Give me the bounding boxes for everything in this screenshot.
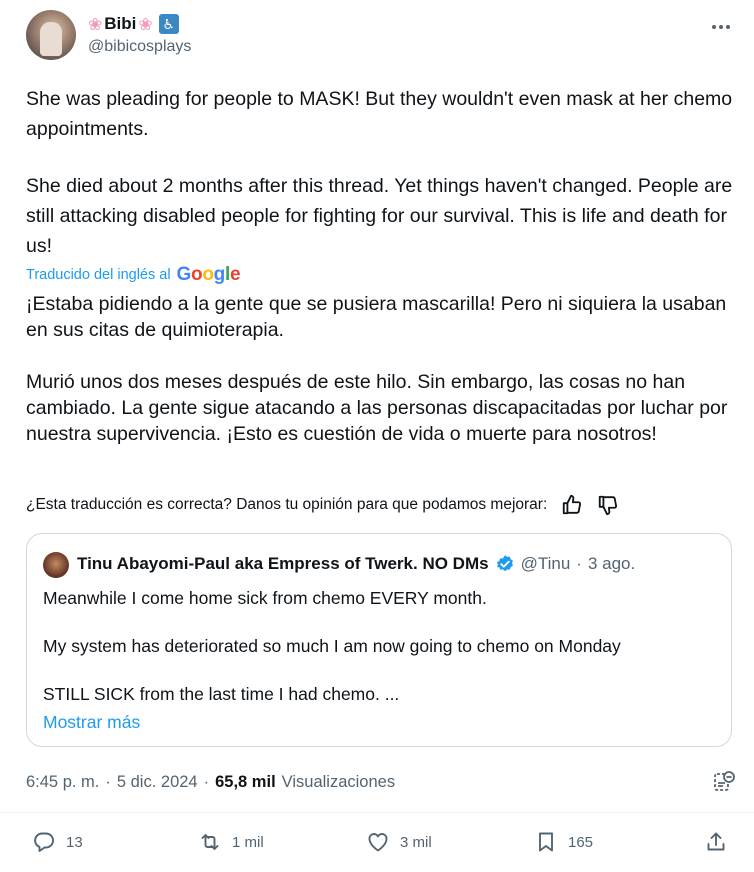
repost-icon (201, 834, 219, 850)
bookmark-count: 165 (568, 833, 594, 851)
author-display-name[interactable]: Bibi (104, 14, 136, 34)
meta-separator: · (105, 773, 111, 791)
flower-icon: ❀ (138, 14, 153, 34)
analytics-icon[interactable] (712, 770, 736, 794)
author-avatar[interactable] (26, 10, 76, 60)
divider (0, 812, 754, 813)
wheelchair-icon: ♿ (158, 14, 179, 34)
more-options-icon[interactable] (710, 16, 732, 38)
author-name-row[interactable]: ❀ Bibi ❀ ♿ (88, 12, 179, 36)
quoted-tweet-card[interactable]: Tinu Abayomi-Paul aka Empress of Twerk. … (26, 533, 732, 747)
reply-count: 13 (66, 833, 83, 851)
quoted-line-3: STILL SICK from the last time I had chem… (43, 684, 400, 704)
translation-paragraph-2: Murió unos dos meses después de este hil… (26, 371, 728, 445)
author-handle[interactable]: @bibicosplays (88, 38, 191, 56)
thumbs-up-icon[interactable] (561, 494, 583, 516)
views-label: Visualizaciones (281, 773, 396, 791)
translation-paragraph-1: ¡Estaba pidiendo a la gente que se pusie… (26, 293, 727, 341)
views-count: 65,8 mil (215, 773, 276, 791)
share-button[interactable] (704, 830, 728, 854)
translation-feedback: ¿Esta traducción es correcta? Danos tu o… (26, 494, 619, 516)
heart-icon (368, 833, 388, 852)
quoted-date[interactable]: 3 ago. (588, 554, 635, 574)
tweet-time[interactable]: 6:45 p. m. (26, 773, 99, 792)
tweet-paragraph-2: She died about 2 months after this threa… (26, 175, 733, 257)
repost-count: 1 mil (232, 833, 264, 851)
tweet-meta: 6:45 p. m. · 5 dic. 2024 · 65,8 mil Visu… (26, 773, 395, 792)
bookmark-button[interactable]: 165 (534, 830, 593, 854)
quoted-author-avatar[interactable] (43, 552, 69, 578)
show-more-link[interactable]: Mostrar más (43, 712, 140, 733)
bookmark-icon (539, 832, 553, 852)
flower-icon: ❀ (88, 14, 103, 34)
reply-icon (34, 832, 54, 852)
quoted-author-name[interactable]: Tinu Abayomi-Paul aka Empress of Twerk. … (77, 554, 489, 574)
tweet-paragraph-1: She was pleading for people to MASK! But… (26, 88, 733, 140)
like-count: 3 mil (400, 833, 432, 851)
share-icon (707, 832, 725, 851)
translation-attribution[interactable]: Traducido del inglés al Google (26, 264, 241, 286)
tweet-date[interactable]: 5 dic. 2024 (117, 773, 198, 792)
feedback-prompt: ¿Esta traducción es correcta? Danos tu o… (26, 496, 548, 513)
quoted-line-1: Meanwhile I come home sick from chemo EV… (43, 588, 487, 608)
repost-button[interactable]: 1 mil (198, 830, 264, 854)
quoted-author-handle[interactable]: @Tinu (521, 554, 571, 574)
quoted-line-2: My system has deteriorated so much I am … (43, 636, 621, 656)
thumbs-down-icon[interactable] (597, 494, 619, 516)
quoted-author-row: Tinu Abayomi-Paul aka Empress of Twerk. … (77, 554, 635, 574)
google-logo: Google (176, 264, 241, 285)
translated-label: Traducido del inglés al (26, 267, 171, 283)
reply-button[interactable]: 13 (32, 830, 83, 854)
like-button[interactable]: 3 mil (366, 830, 432, 854)
meta-separator: · (576, 554, 582, 573)
meta-separator: · (203, 773, 210, 791)
verified-badge-icon (496, 555, 513, 572)
